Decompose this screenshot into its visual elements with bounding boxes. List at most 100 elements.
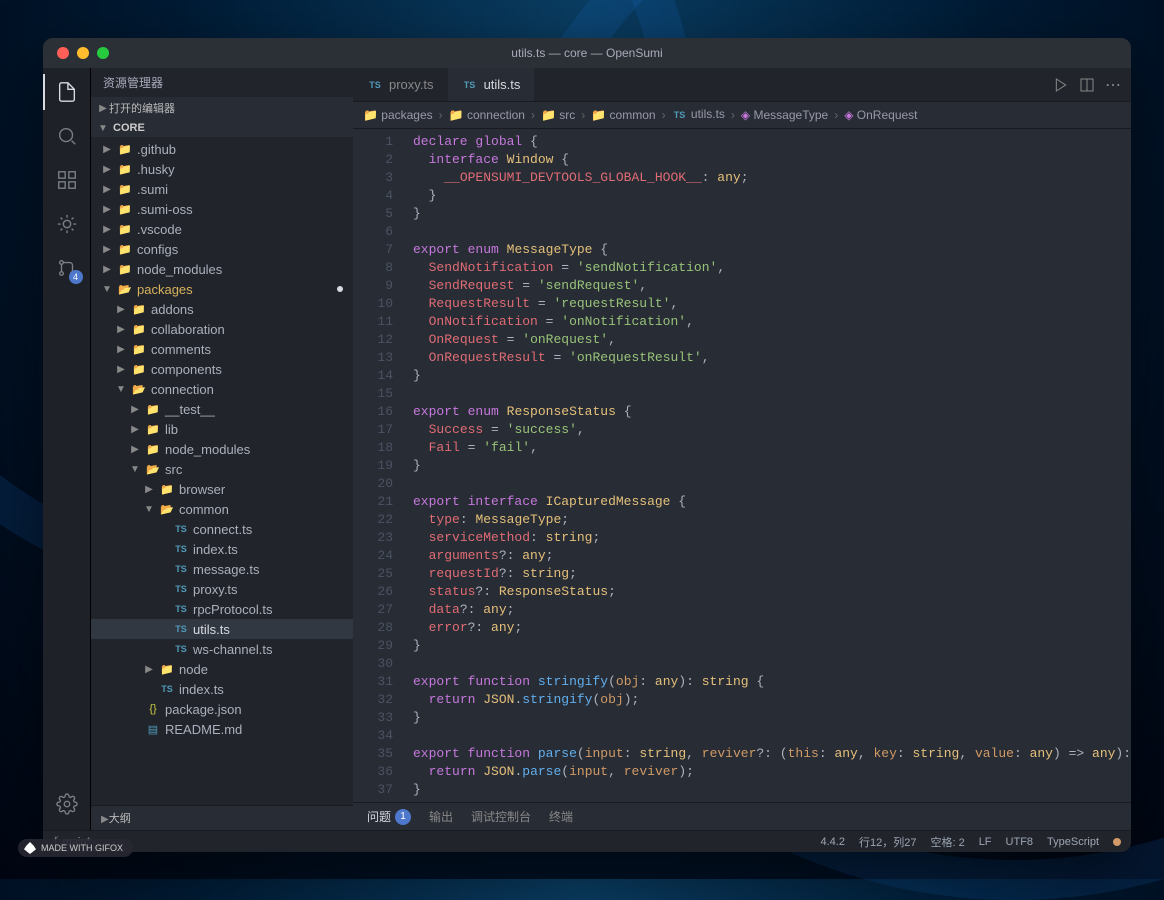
tree-item-src[interactable]: ▼📂src — [91, 459, 353, 479]
status-eol[interactable]: LF — [979, 836, 992, 848]
tree-item-index-ts[interactable]: TSindex.ts — [91, 679, 353, 699]
activity-settings[interactable] — [53, 790, 81, 818]
activity-extensions[interactable] — [53, 166, 81, 194]
tree-item-components[interactable]: ▶📁components — [91, 359, 353, 379]
tree-item-addons[interactable]: ▶📁addons — [91, 299, 353, 319]
code-line[interactable]: } — [403, 205, 1131, 223]
code-line[interactable]: } — [403, 457, 1131, 475]
open-editors-section[interactable]: ▶打开的编辑器 — [91, 97, 353, 119]
tree-item-__test__[interactable]: ▶📁__test__ — [91, 399, 353, 419]
tree-item-node_modules[interactable]: ▶📁node_modules — [91, 259, 353, 279]
tree-item-README-md[interactable]: ▤README.md — [91, 719, 353, 739]
project-name[interactable]: ▼CORE — [91, 119, 353, 137]
code-line[interactable]: } — [403, 367, 1131, 385]
code-line[interactable]: export function parse(input: string, rev… — [403, 745, 1131, 763]
code-line[interactable]: return JSON.parse(input, reviver); — [403, 763, 1131, 781]
tree-item--github[interactable]: ▶📁.github — [91, 139, 353, 159]
code-line[interactable]: declare global { — [403, 133, 1131, 151]
code-line[interactable] — [403, 385, 1131, 403]
code-line[interactable]: export enum MessageType { — [403, 241, 1131, 259]
code-line[interactable]: type: MessageType; — [403, 511, 1131, 529]
panel-debug-console[interactable]: 调试控制台 — [471, 808, 531, 825]
tree-item--husky[interactable]: ▶📁.husky — [91, 159, 353, 179]
code-line[interactable]: Success = 'success', — [403, 421, 1131, 439]
code-line[interactable]: interface Window { — [403, 151, 1131, 169]
breadcrumb-item[interactable]: 📁 packages — [363, 108, 433, 122]
code-line[interactable]: serviceMethod: string; — [403, 529, 1131, 547]
code-line[interactable]: __OPENSUMI_DEVTOOLS_GLOBAL_HOOK__: any; — [403, 169, 1131, 187]
tree-item-node[interactable]: ▶📁node — [91, 659, 353, 679]
code-line[interactable] — [403, 727, 1131, 745]
code-line[interactable]: return JSON.stringify(obj); — [403, 691, 1131, 709]
code-line[interactable]: data?: any; — [403, 601, 1131, 619]
tree-item-node_modules[interactable]: ▶📁node_modules — [91, 439, 353, 459]
activity-scm[interactable]: 4 — [53, 254, 81, 282]
breadcrumbs[interactable]: 📁 packages›📁 connection›📁 src›📁 common›T… — [353, 102, 1131, 129]
code-line[interactable]: SendNotification = 'sendNotification', — [403, 259, 1131, 277]
tree-item-index-ts[interactable]: TSindex.ts — [91, 539, 353, 559]
outline-section[interactable]: ▶大纲 — [91, 805, 353, 830]
code-line[interactable] — [403, 475, 1131, 493]
code-line[interactable]: OnNotification = 'onNotification', — [403, 313, 1131, 331]
code-line[interactable]: error?: any; — [403, 619, 1131, 637]
code-line[interactable]: Fail = 'fail', — [403, 439, 1131, 457]
panel-output[interactable]: 输出 — [429, 808, 453, 825]
tree-item-message-ts[interactable]: TSmessage.ts — [91, 559, 353, 579]
code-line[interactable]: OnRequestResult = 'onRequestResult', — [403, 349, 1131, 367]
code-line[interactable]: } — [403, 637, 1131, 655]
tree-item-packages[interactable]: ▼📂packages — [91, 279, 353, 299]
code-line[interactable]: arguments?: any; — [403, 547, 1131, 565]
activity-search[interactable] — [53, 122, 81, 150]
tree-item-ws-channel-ts[interactable]: TSws-channel.ts — [91, 639, 353, 659]
activity-debug[interactable] — [53, 210, 81, 238]
status-indentation[interactable]: 空格: 2 — [930, 834, 964, 850]
tree-item-configs[interactable]: ▶📁configs — [91, 239, 353, 259]
code-line[interactable]: requestId?: string; — [403, 565, 1131, 583]
tree-item-comments[interactable]: ▶📁comments — [91, 339, 353, 359]
tree-item-utils-ts[interactable]: TSutils.ts — [91, 619, 353, 639]
breadcrumb-item[interactable]: TS utils.ts — [672, 107, 725, 123]
code-line[interactable]: export enum ResponseStatus { — [403, 403, 1131, 421]
tree-item--vscode[interactable]: ▶📁.vscode — [91, 219, 353, 239]
breadcrumb-item[interactable]: ◈ MessageType — [741, 108, 828, 122]
code-line[interactable]: export interface ICapturedMessage { — [403, 493, 1131, 511]
status-language[interactable]: TypeScript — [1047, 836, 1099, 848]
run-icon[interactable] — [1053, 77, 1069, 93]
tree-item--sumi-oss[interactable]: ▶📁.sumi-oss — [91, 199, 353, 219]
status-warning-icon[interactable] — [1113, 838, 1121, 846]
code-line[interactable] — [403, 655, 1131, 673]
code-line[interactable]: } — [403, 187, 1131, 205]
code-line[interactable]: export function stringify(obj: any): str… — [403, 673, 1131, 691]
code-line[interactable]: } — [403, 709, 1131, 727]
panel-terminal[interactable]: 终端 — [549, 808, 573, 825]
split-editor-icon[interactable] — [1079, 77, 1095, 93]
code-editor[interactable]: 1234567891011121314151617181920212223242… — [353, 129, 1131, 802]
tree-item-browser[interactable]: ▶📁browser — [91, 479, 353, 499]
tree-item-connect-ts[interactable]: TSconnect.ts — [91, 519, 353, 539]
tree-item-package-json[interactable]: {}package.json — [91, 699, 353, 719]
tree-item-rpcProtocol-ts[interactable]: TSrpcProtocol.ts — [91, 599, 353, 619]
window-close-button[interactable] — [57, 47, 69, 59]
panel-problems[interactable]: 问题 1 — [367, 808, 411, 825]
tree-item-proxy-ts[interactable]: TSproxy.ts — [91, 579, 353, 599]
breadcrumb-item[interactable]: ◈ OnRequest — [844, 108, 917, 122]
code-line[interactable]: RequestResult = 'requestResult', — [403, 295, 1131, 313]
status-version[interactable]: 4.4.2 — [821, 836, 845, 848]
status-encoding[interactable]: UTF8 — [1006, 836, 1034, 848]
status-cursor-position[interactable]: 行12，列27 — [859, 834, 916, 850]
code-line[interactable]: status?: ResponseStatus; — [403, 583, 1131, 601]
tab-proxy-ts[interactable]: TSproxy.ts — [353, 68, 448, 101]
window-minimize-button[interactable] — [77, 47, 89, 59]
tab-utils-ts[interactable]: TSutils.ts — [448, 68, 535, 101]
tree-item--sumi[interactable]: ▶📁.sumi — [91, 179, 353, 199]
code-line[interactable]: } — [403, 781, 1131, 799]
breadcrumb-item[interactable]: 📁 common — [591, 108, 655, 122]
window-maximize-button[interactable] — [97, 47, 109, 59]
code-line[interactable]: OnRequest = 'onRequest', — [403, 331, 1131, 349]
tree-item-collaboration[interactable]: ▶📁collaboration — [91, 319, 353, 339]
tree-item-common[interactable]: ▼📂common — [91, 499, 353, 519]
more-icon[interactable]: ⋯ — [1105, 75, 1121, 95]
activity-explorer[interactable] — [53, 78, 81, 106]
code-line[interactable] — [403, 223, 1131, 241]
tree-item-connection[interactable]: ▼📂connection — [91, 379, 353, 399]
